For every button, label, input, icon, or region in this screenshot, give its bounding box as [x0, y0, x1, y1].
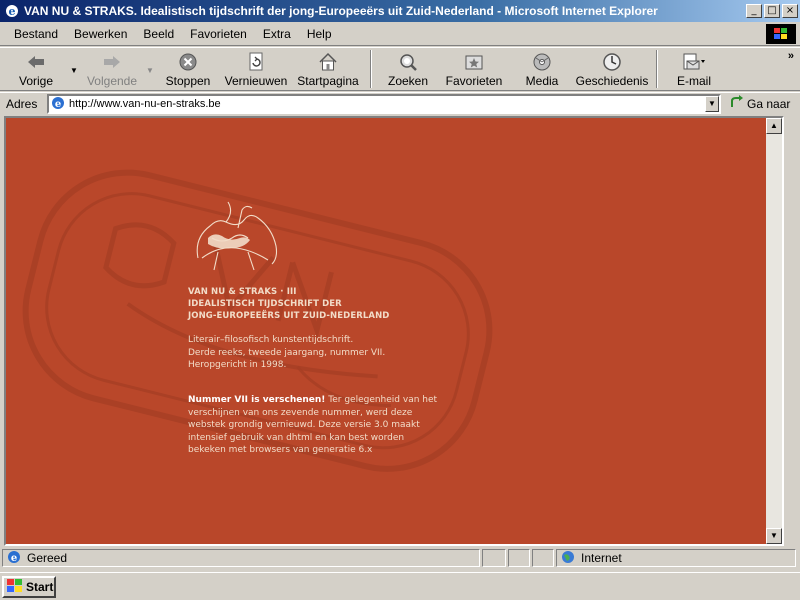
status-zone: Internet: [581, 551, 622, 565]
go-button[interactable]: Ga naar: [730, 95, 790, 112]
back-dropdown-icon[interactable]: ▼: [68, 48, 80, 75]
refresh-button[interactable]: Vernieuwen: [220, 48, 292, 90]
page-heading: VAN NU & STRAKS · III IDEALISTISCH TIJDS…: [188, 286, 389, 322]
page-viewport: VAN NU & STRAKS · III IDEALISTISCH TIJDS…: [4, 116, 784, 546]
vertical-scrollbar[interactable]: ▲ ▼: [766, 118, 782, 544]
ie-icon: e: [4, 3, 20, 19]
home-icon: [318, 51, 338, 73]
history-icon: [602, 51, 622, 73]
refresh-icon: [247, 51, 265, 73]
status-cell-lock: [508, 549, 530, 567]
forward-dropdown-icon[interactable]: ▼: [144, 48, 156, 75]
search-icon: [398, 51, 418, 73]
favorites-button[interactable]: Favorieten: [438, 48, 510, 90]
svg-text:e: e: [9, 5, 16, 18]
address-label: Adres: [6, 96, 38, 111]
heading-line-3: JONG-EUROPEEËRS UIT ZUID-NEDERLAND: [188, 311, 390, 321]
title-bar: e VAN NU & STRAKS. Idealistisch tijdschr…: [0, 0, 800, 22]
windows-flag-icon: [7, 578, 23, 596]
media-icon: [532, 51, 552, 73]
minimize-button[interactable]: _: [746, 4, 762, 18]
status-bar: e Gereed Internet: [0, 548, 800, 568]
mail-icon: [682, 51, 706, 73]
history-button[interactable]: Geschiedenis: [574, 48, 650, 90]
horse-rider-logo: [196, 201, 278, 271]
menu-favorieten[interactable]: Favorieten: [182, 27, 255, 41]
news-paragraph: Nummer VII is verschenen! Ter gelegenhei…: [188, 394, 444, 457]
toolbar-separator: [656, 50, 658, 88]
go-label: Ga naar: [747, 96, 791, 111]
media-button[interactable]: Media: [510, 48, 574, 90]
heading-line-1: VAN NU & STRAKS · III: [188, 287, 297, 297]
status-cell-progress: [482, 549, 506, 567]
address-input[interactable]: e http://www.van-nu-en-straks.be ▼: [47, 94, 721, 114]
intro-text: Literair–filosofisch kunstentijdschrift.…: [188, 334, 385, 372]
mail-button[interactable]: E-mail: [664, 48, 724, 90]
status-cell-offline: [532, 549, 554, 567]
start-button[interactable]: Start: [2, 576, 56, 598]
windows-logo-icon: [766, 24, 796, 44]
search-button[interactable]: Zoeken: [378, 48, 438, 90]
menu-beeld[interactable]: Beeld: [135, 27, 182, 41]
more-chevron-icon[interactable]: »: [788, 50, 794, 62]
status-text-cell: e Gereed: [2, 549, 480, 567]
forward-arrow-icon: [103, 51, 121, 73]
internet-globe-icon: [561, 550, 575, 567]
heading-line-2: IDEALISTISCH TIJDSCHRIFT DER: [188, 299, 342, 309]
standard-toolbar: Vorige ▼ Volgende ▼ Stoppen Vernieuwen S…: [0, 47, 800, 91]
taskbar: Start: [0, 572, 800, 600]
status-text: Gereed: [27, 551, 68, 565]
address-bar: Adres e http://www.van-nu-en-straks.be ▼…: [0, 92, 800, 114]
home-button[interactable]: Startpagina: [292, 48, 364, 90]
toolbar-separator: [370, 50, 372, 88]
menu-extra[interactable]: Extra: [255, 27, 299, 41]
menu-bestand[interactable]: Bestand: [6, 27, 66, 41]
intro-line-1: Literair–filosofisch kunstentijdschrift.: [188, 335, 354, 345]
svg-text:e: e: [55, 99, 61, 110]
scroll-down-icon[interactable]: ▼: [766, 528, 782, 544]
go-arrow-icon: [730, 95, 744, 112]
forward-button[interactable]: Volgende: [80, 48, 144, 90]
start-label: Start: [26, 580, 54, 594]
close-button[interactable]: ×: [782, 4, 798, 18]
scroll-up-icon[interactable]: ▲: [766, 118, 782, 134]
back-button[interactable]: Vorige: [4, 48, 68, 90]
news-headline: Nummer VII is verschenen!: [188, 395, 326, 405]
menu-bewerken[interactable]: Bewerken: [66, 27, 135, 41]
menu-help[interactable]: Help: [299, 27, 340, 41]
page-icon: e: [51, 96, 65, 113]
back-arrow-icon: [27, 51, 45, 73]
stop-button[interactable]: Stoppen: [156, 48, 220, 90]
status-zone-cell: Internet: [556, 549, 796, 567]
window-title: VAN NU & STRAKS. Idealistisch tijdschrif…: [24, 4, 658, 18]
address-dropdown-icon[interactable]: ▼: [705, 96, 719, 112]
page-done-icon: e: [7, 550, 21, 567]
stop-icon: [178, 51, 198, 73]
svg-text:e: e: [11, 553, 17, 564]
address-url: http://www.van-nu-en-straks.be: [69, 98, 221, 110]
maximize-button[interactable]: □: [764, 4, 780, 18]
intro-line-3: Heropgericht in 1998.: [188, 360, 287, 370]
intro-line-2: Derde reeks, tweede jaargang, nummer VII…: [188, 347, 386, 358]
menu-bar: Bestand Bewerken Beeld Favorieten Extra …: [0, 22, 800, 46]
favorites-star-icon: [464, 51, 484, 73]
